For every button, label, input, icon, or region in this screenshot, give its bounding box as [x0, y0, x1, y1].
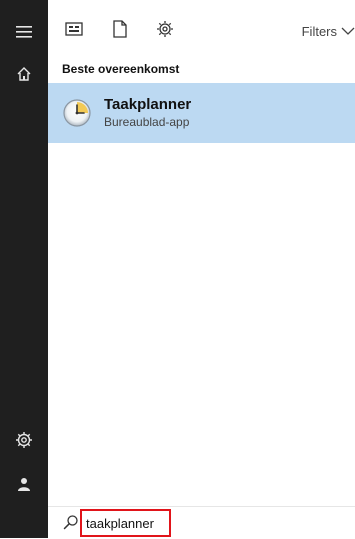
search-bar [48, 506, 355, 539]
result-text: Taakplanner Bureaublad-app [104, 96, 191, 130]
clock-icon [62, 98, 92, 128]
settings-icon[interactable] [0, 420, 48, 460]
result-item-taakplanner[interactable]: Taakplanner Bureaublad-app [48, 83, 355, 143]
settings-web-icon[interactable] [154, 18, 176, 40]
search-filter-toolbar: Filters [48, 0, 355, 56]
result-subtitle: Bureaublad-app [104, 115, 190, 129]
apps-icon[interactable] [63, 18, 85, 40]
search-icon [62, 513, 80, 531]
home-icon[interactable] [0, 54, 48, 94]
user-account-icon[interactable] [0, 464, 48, 504]
filters-label: Filters [301, 23, 337, 39]
best-match-heading: Beste overeenkomst [62, 62, 180, 76]
search-input[interactable] [80, 509, 171, 537]
documents-icon[interactable] [109, 18, 131, 40]
hamburger-icon[interactable] [0, 12, 48, 52]
chevron-down-icon [341, 24, 355, 39]
filters-dropdown[interactable]: Filters [302, 20, 355, 42]
result-title: Taakplanner [104, 96, 192, 113]
left-rail [0, 0, 48, 538]
